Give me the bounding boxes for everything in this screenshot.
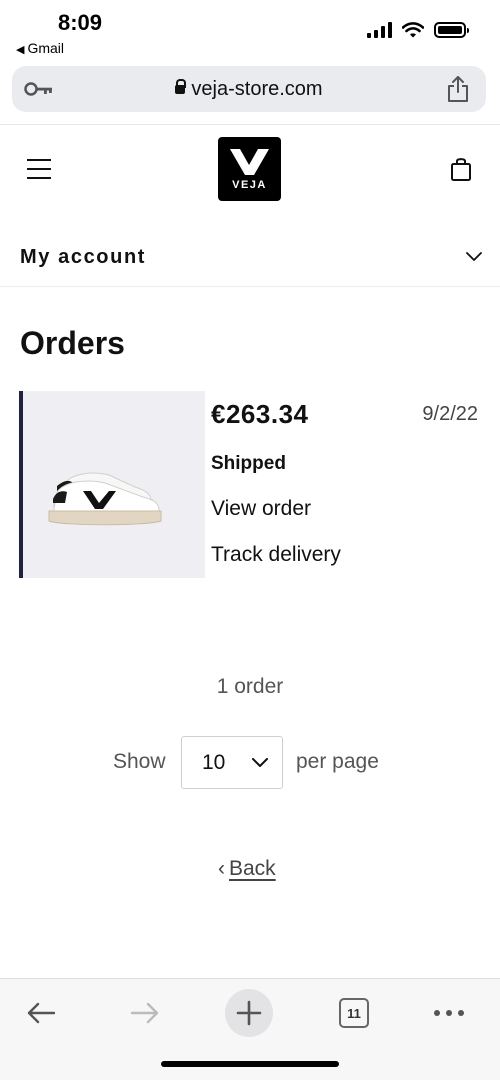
url-domain: veja-store.com [191,78,323,100]
home-indicator[interactable] [161,1061,339,1067]
order-card: €263.34 9/2/22 Shipped View order Track … [19,391,484,578]
my-account-label: My account [20,246,147,268]
back-to-app-link[interactable]: ◀ Gmail [16,40,64,56]
back-triangle-icon: ◀ [16,44,25,56]
per-page-value: 10 [202,751,226,774]
chevron-down-icon [466,252,482,261]
cellular-signal-icon [367,22,392,38]
veja-v-mark-icon [230,149,269,175]
show-label: Show [113,750,166,773]
url-bar[interactable]: veja-store.com [12,66,486,112]
back-app-label: Gmail [27,40,65,56]
track-delivery-link[interactable]: Track delivery [211,543,341,567]
tabs-button[interactable]: 11 [330,989,378,1037]
hamburger-menu-icon[interactable] [27,159,51,179]
back-label: Back [229,857,276,880]
chevron-left-icon: ‹ [218,857,225,880]
more-options-button[interactable] [425,989,473,1037]
tab-count: 11 [339,998,369,1028]
order-count: 1 order [216,675,284,698]
new-tab-button[interactable] [225,989,273,1037]
browser-forward-button[interactable] [121,989,169,1037]
lock-icon [175,79,187,94]
status-bar: 8:09 ◀ Gmail [0,0,500,62]
more-dots-icon [434,1010,464,1016]
chevron-down-icon [252,758,268,767]
url-text[interactable]: veja-store.com [12,78,486,101]
product-image[interactable] [23,391,205,578]
browser-back-button[interactable] [17,989,65,1037]
status-icons [367,22,469,38]
order-status: Shipped [211,453,286,474]
arrow-right-icon [130,1002,159,1024]
account-divider [0,286,500,287]
view-order-link[interactable]: View order [211,497,311,521]
shopping-bag-icon[interactable] [450,156,472,182]
arrow-left-icon [27,1002,56,1024]
status-time: 8:09 [58,10,103,35]
per-page-row: Show 10 per page [0,736,500,789]
my-account-dropdown[interactable]: My account [0,236,500,286]
battery-icon [434,22,469,38]
logo-text: VEJA [232,179,267,191]
order-date: 9/2/22 [422,403,478,425]
per-page-select[interactable]: 10 [181,736,283,789]
per-page-label: per page [296,750,379,773]
share-icon[interactable] [446,75,470,103]
page-title: Orders [20,325,125,361]
plus-icon [236,1000,262,1026]
sneaker-image [48,472,162,526]
veja-logo[interactable]: VEJA [218,137,281,201]
back-link[interactable]: ‹ Back [218,857,276,881]
header-divider [0,124,500,125]
wifi-icon [402,22,424,38]
order-total: €263.34 [211,399,309,429]
